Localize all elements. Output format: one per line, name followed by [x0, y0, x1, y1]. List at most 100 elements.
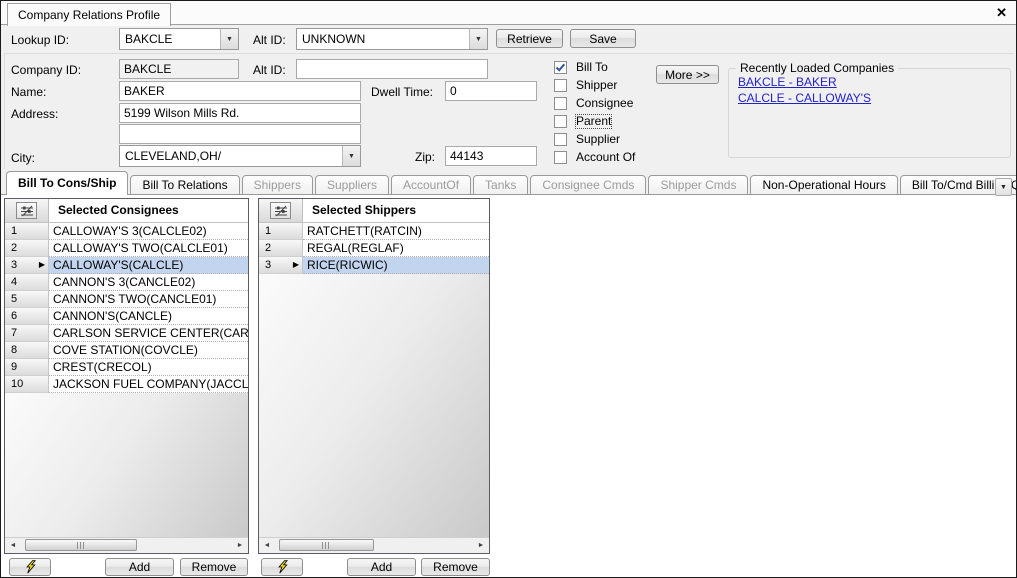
row-text[interactable]: REGAL(REGLAF)	[303, 240, 489, 257]
table-row[interactable]: 2REGAL(REGLAF)	[259, 240, 489, 257]
customize-columns-icon[interactable]	[270, 202, 291, 219]
grid-corner	[5, 199, 49, 222]
tab-non-operational-hours[interactable]: Non-Operational Hours	[750, 175, 897, 195]
table-row-selected[interactable]: 3▶RICE(RICWIC)	[259, 257, 489, 274]
recently-loaded-companies-group: Recently Loaded Companies BAKCLE - BAKER…	[728, 68, 1011, 158]
table-row[interactable]: 1CALLOWAY'S 3(CALCLE02)	[5, 223, 248, 240]
supplier-checkbox[interactable]	[554, 133, 567, 146]
row-text[interactable]: CALLOWAY'S(CALCLE)	[49, 257, 248, 274]
recent-company-link[interactable]: BAKCLE - BAKER	[738, 74, 837, 90]
more-button[interactable]: More >>	[656, 65, 719, 84]
shippers-quick-action-button[interactable]	[261, 558, 303, 576]
zip-field[interactable]	[445, 146, 537, 166]
table-row[interactable]: 8COVE STATION(COVCLE)	[5, 342, 248, 359]
table-row[interactable]: 1RATCHETT(RATCIN)	[259, 223, 489, 240]
row-text[interactable]: COVE STATION(COVCLE)	[49, 342, 248, 359]
row-text[interactable]: CREST(CRECOL)	[49, 359, 248, 376]
bill-to-checkbox[interactable]	[554, 61, 567, 74]
name-field[interactable]	[119, 81, 361, 101]
scroll-left-icon[interactable]: ◄	[260, 539, 274, 552]
lookup-id-label: Lookup ID:	[11, 33, 69, 47]
city-combo[interactable]: CLEVELAND,OH/ ▼	[119, 145, 361, 167]
chevron-down-icon[interactable]: ▼	[342, 146, 360, 166]
row-number[interactable]: 3▶	[259, 257, 303, 274]
consignees-quick-action-button[interactable]	[9, 558, 51, 576]
close-icon[interactable]: ✕	[996, 6, 1007, 19]
grid-empty-area	[259, 274, 489, 537]
zip-label: Zip:	[415, 150, 435, 164]
row-text[interactable]: JACKSON FUEL COMPANY(JACCLE)	[49, 376, 248, 393]
tab-tanks: Tanks	[473, 175, 528, 195]
row-text[interactable]: CALLOWAY'S TWO(CALCLE01)	[49, 240, 248, 257]
consignees-add-button[interactable]: Add	[105, 558, 174, 576]
row-text[interactable]: CANNON'S 3(CANCLE02)	[49, 274, 248, 291]
shippers-remove-button[interactable]: Remove	[421, 558, 490, 576]
row-number[interactable]: 10	[5, 376, 49, 393]
table-row[interactable]: 4CANNON'S 3(CANCLE02)	[5, 274, 248, 291]
alt-id-field[interactable]	[296, 59, 488, 79]
row-number[interactable]: 3▶	[5, 257, 49, 274]
row-number[interactable]: 4	[5, 274, 49, 291]
row-text[interactable]: RICE(RICWIC)	[303, 257, 489, 274]
table-row[interactable]: 6CANNON'S(CANCLE)	[5, 308, 248, 325]
horizontal-scrollbar[interactable]: ◄ ►	[259, 537, 489, 553]
dwell-time-field[interactable]	[445, 81, 537, 101]
dwell-time-label: Dwell Time:	[371, 85, 433, 99]
row-text[interactable]: RATCHETT(RATCIN)	[303, 223, 489, 240]
tab-bill-to-cons-ship[interactable]: Bill To Cons/Ship	[6, 171, 128, 195]
table-row[interactable]: 10JACKSON FUEL COMPANY(JACCLE)	[5, 376, 248, 393]
retrieve-button[interactable]: Retrieve	[496, 29, 563, 48]
row-number[interactable]: 9	[5, 359, 49, 376]
row-text[interactable]: CANNON'S TWO(CANCLE01)	[49, 291, 248, 308]
name-label: Name:	[11, 85, 46, 99]
row-text[interactable]: CANNON'S(CANCLE)	[49, 308, 248, 325]
account-of-checkbox[interactable]	[554, 151, 567, 164]
alt-id-label-top: Alt ID:	[253, 33, 286, 47]
lightning-icon	[277, 560, 288, 574]
alt-id-combo[interactable]: UNKNOWN ▼	[296, 28, 488, 50]
row-number[interactable]: 7	[5, 325, 49, 342]
bill-to-checkbox-label: Bill To	[576, 61, 608, 74]
row-number[interactable]: 2	[5, 240, 49, 257]
account-of-checkbox-label: Account Of	[576, 151, 635, 164]
parent-checkbox[interactable]	[554, 115, 567, 128]
tab-shippers: Shippers	[242, 175, 313, 195]
consignees-remove-button[interactable]: Remove	[180, 558, 248, 576]
chevron-down-icon[interactable]: ▼	[220, 29, 238, 49]
row-number[interactable]: 5	[5, 291, 49, 308]
shipper-checkbox[interactable]	[554, 79, 567, 92]
table-row[interactable]: 9CREST(CRECOL)	[5, 359, 248, 376]
row-number[interactable]: 2	[259, 240, 303, 257]
table-row-selected[interactable]: 3▶CALLOWAY'S(CALCLE)	[5, 257, 248, 274]
row-text[interactable]: CARLSON SERVICE CENTER(CARCLE	[49, 325, 248, 342]
customize-columns-icon[interactable]	[16, 202, 37, 219]
scroll-right-icon[interactable]: ►	[233, 539, 247, 552]
scroll-left-icon[interactable]: ◄	[6, 539, 20, 552]
row-number[interactable]: 1	[259, 223, 303, 240]
table-row[interactable]: 2CALLOWAY'S TWO(CALCLE01)	[5, 240, 248, 257]
chevron-down-icon[interactable]: ▼	[469, 29, 487, 49]
row-number[interactable]: 6	[5, 308, 49, 325]
tab-overflow-button[interactable]: ▼	[995, 178, 1012, 196]
row-number[interactable]: 1	[5, 223, 49, 240]
scroll-right-icon[interactable]: ►	[474, 539, 488, 552]
horizontal-scrollbar[interactable]: ◄ ►	[5, 537, 248, 553]
scrollbar-thumb[interactable]	[279, 539, 374, 551]
address-line2-field[interactable]	[119, 124, 361, 144]
page-tab-strip: Bill To Cons/Ship Bill To Relations Ship…	[1, 171, 1016, 195]
lookup-id-combo[interactable]: BAKCLE ▼	[119, 28, 239, 50]
save-button[interactable]: Save	[570, 29, 636, 48]
table-row[interactable]: 5CANNON'S TWO(CANCLE01)	[5, 291, 248, 308]
checkmark-icon	[555, 62, 566, 73]
address-line1-field[interactable]	[119, 103, 361, 123]
tab-company-relations-profile[interactable]: Company Relations Profile	[7, 3, 171, 26]
consignee-checkbox[interactable]	[554, 97, 567, 110]
consignees-grid-header: Selected Consignees	[49, 199, 248, 222]
recent-company-link[interactable]: CALCLE - CALLOWAY'S	[738, 90, 871, 106]
scrollbar-thumb[interactable]	[25, 539, 137, 551]
row-text[interactable]: CALLOWAY'S 3(CALCLE02)	[49, 223, 248, 240]
tab-bill-to-relations[interactable]: Bill To Relations	[130, 175, 239, 195]
row-number[interactable]: 8	[5, 342, 49, 359]
table-row[interactable]: 7CARLSON SERVICE CENTER(CARCLE	[5, 325, 248, 342]
shippers-add-button[interactable]: Add	[347, 558, 416, 576]
